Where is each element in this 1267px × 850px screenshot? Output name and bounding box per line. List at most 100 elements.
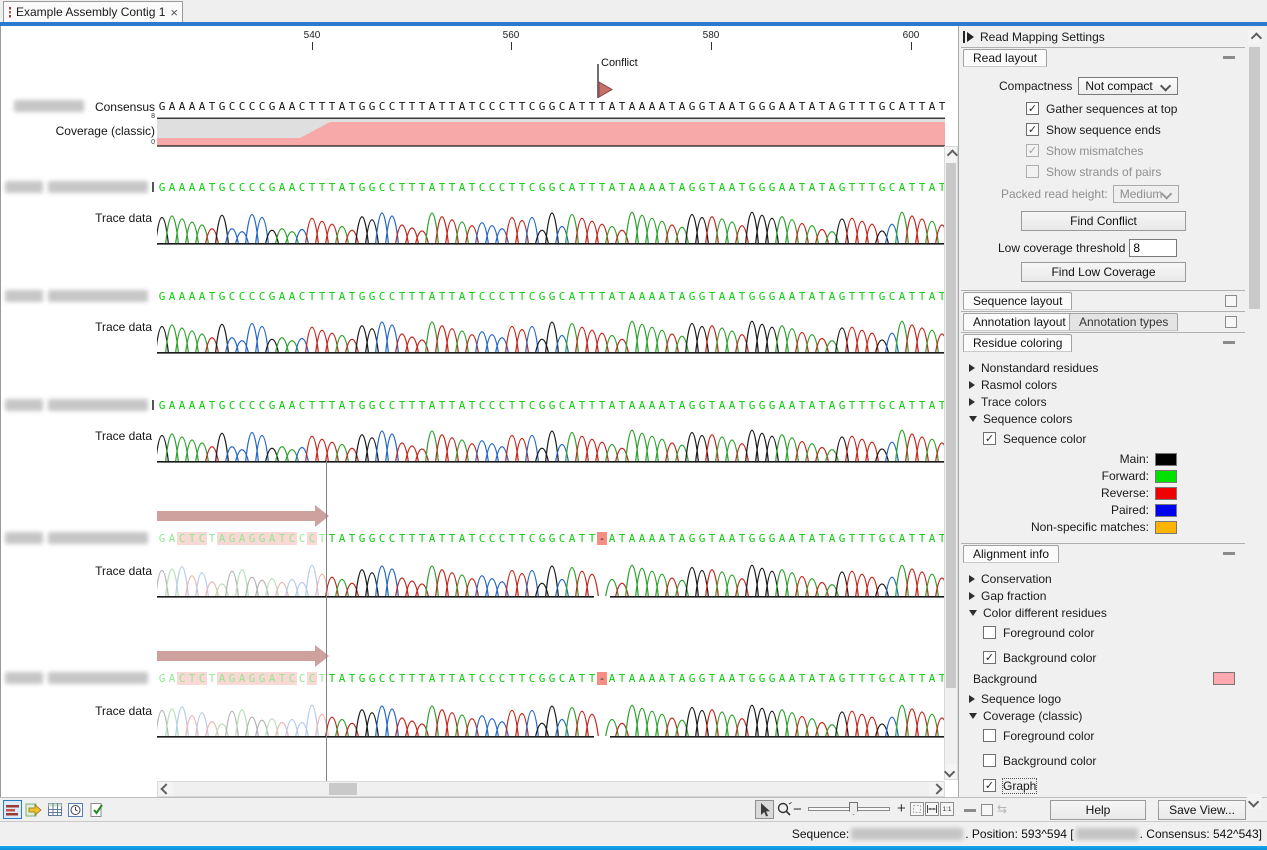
checkbox[interactable]: ✓ bbox=[1026, 123, 1039, 136]
scrollbar-thumb[interactable] bbox=[1249, 47, 1260, 309]
graph-checkbox[interactable]: ✓ bbox=[983, 779, 996, 792]
collapse-icon[interactable] bbox=[1223, 341, 1235, 344]
table-view-icon[interactable] bbox=[45, 800, 64, 819]
help-button[interactable]: Help bbox=[1050, 800, 1146, 820]
tab-annotation-types[interactable]: Annotation types bbox=[1069, 313, 1178, 331]
scroll-up-icon[interactable] bbox=[1250, 32, 1261, 43]
find-conflict-button[interactable]: Find Conflict bbox=[1021, 211, 1186, 231]
tab-example-assembly-contig[interactable]: Example Assembly Contig 1 × bbox=[3, 1, 183, 22]
residue: C bbox=[497, 399, 507, 412]
color-swatch[interactable] bbox=[1155, 521, 1177, 534]
checkbox-row[interactable]: ✓Show mismatches bbox=[1026, 143, 1245, 158]
fit-width-button[interactable] bbox=[925, 802, 939, 816]
scroll-up-icon[interactable] bbox=[947, 149, 958, 160]
residue: T bbox=[417, 100, 427, 113]
background-color-swatch[interactable] bbox=[1213, 672, 1235, 685]
read-sequence[interactable]: GAAAATGCCCCGAACTTTATGGCCTTTATTATCCCTTCGG… bbox=[157, 398, 945, 412]
scroll-down-icon[interactable] bbox=[944, 766, 955, 777]
coverage-classic-item[interactable]: Coverage (classic) bbox=[969, 709, 1245, 722]
expand-icon[interactable] bbox=[1225, 295, 1237, 307]
section-annotation-header[interactable]: Annotation layout Annotation types bbox=[961, 311, 1245, 332]
compactness-dropdown[interactable]: Not compact bbox=[1078, 77, 1178, 95]
coverage-graph[interactable] bbox=[157, 117, 945, 147]
expand-icon[interactable] bbox=[1225, 316, 1237, 328]
residue: A bbox=[787, 290, 797, 303]
reads-vertical-scrollbar[interactable] bbox=[944, 146, 958, 780]
coloring-group-item[interactable]: Rasmol colors bbox=[969, 378, 1245, 391]
horizontal-scrollbar[interactable] bbox=[157, 781, 945, 797]
zoom-in-icon[interactable]: + bbox=[897, 800, 906, 817]
zoom-100-button[interactable]: 1:1 bbox=[940, 802, 954, 816]
scroll-right-icon[interactable] bbox=[931, 783, 942, 794]
read-sequence[interactable]: GAAAATGCCCCGAACTTTATGGCCTTTATTATCCCTTCGG… bbox=[157, 180, 945, 194]
residue: C bbox=[237, 100, 247, 113]
coloring-group-label: Rasmol colors bbox=[981, 378, 1057, 392]
coverage-foreground-checkbox[interactable]: ✓ bbox=[983, 729, 996, 742]
fit-selection-button[interactable] bbox=[910, 802, 924, 816]
primer-arrow-annotation[interactable] bbox=[157, 643, 331, 669]
section-tab[interactable]: Sequence layout bbox=[963, 292, 1072, 310]
scroll-down-icon[interactable] bbox=[1247, 796, 1258, 807]
coloring-group-item[interactable]: Sequence colors bbox=[969, 412, 1245, 425]
cdr-background-checkbox[interactable]: ✓ bbox=[983, 651, 996, 664]
checkbox-row[interactable]: ✓Show sequence ends bbox=[1026, 122, 1245, 137]
save-view-button[interactable]: Save View... bbox=[1158, 800, 1246, 820]
checkbox[interactable]: ✓ bbox=[1026, 102, 1039, 115]
residue: G bbox=[217, 290, 227, 303]
graphical-view-icon[interactable] bbox=[3, 800, 22, 819]
primer-arrow-annotation[interactable] bbox=[157, 503, 331, 529]
consensus-sequence[interactable]: GAAAATGCCCCGAACTTTATGGCCTTTATTATCCCTTCGG… bbox=[157, 99, 945, 113]
scrollbar-thumb[interactable] bbox=[946, 163, 956, 688]
coloring-group-item[interactable]: Trace colors bbox=[969, 395, 1245, 408]
color-different-residues-item[interactable]: Color different residues bbox=[969, 606, 1245, 619]
conflict-flag-icon[interactable] bbox=[594, 64, 614, 100]
sequence-logo-item[interactable]: Sequence logo bbox=[969, 692, 1245, 705]
coloring-group-item[interactable]: Nonstandard residues bbox=[969, 361, 1245, 374]
low-coverage-threshold-label: Low coverage threshold bbox=[998, 241, 1125, 255]
section-residue-coloring-header[interactable]: Residue coloring bbox=[961, 332, 1245, 353]
panel-scrollbar[interactable] bbox=[1247, 30, 1262, 810]
zoom-out-icon[interactable]: − bbox=[793, 801, 802, 818]
coverage-background-checkbox[interactable]: ✓ bbox=[983, 754, 996, 767]
tab-close-icon[interactable]: × bbox=[170, 6, 178, 19]
read-sequence[interactable]: GACTCTAGAGGATCCCTTATGGCCTTTATTATCCCTTCGG… bbox=[157, 531, 945, 545]
find-low-coverage-button[interactable]: Find Low Coverage bbox=[1021, 262, 1186, 282]
open-as-new-view-icon[interactable] bbox=[24, 800, 43, 819]
zoom-tool-icon[interactable] bbox=[775, 800, 794, 819]
color-swatch[interactable] bbox=[1155, 453, 1177, 466]
color-swatch[interactable] bbox=[1155, 487, 1177, 500]
conservation-item[interactable]: Conservation bbox=[969, 572, 1245, 585]
sequence-color-checkbox[interactable]: ✓ bbox=[983, 432, 996, 445]
element-info-view-icon[interactable] bbox=[87, 800, 106, 819]
read-sequence[interactable]: GAAAATGCCCCGAACTTTATGGCCTTTATTATCCCTTCGG… bbox=[157, 289, 945, 303]
scrollbar-thumb[interactable] bbox=[329, 783, 357, 795]
checkbox-row[interactable]: Show strands of pairs bbox=[1026, 164, 1245, 179]
checkbox-row[interactable]: ✓Gather sequences at top bbox=[1026, 101, 1245, 116]
section-sequence-layout-header[interactable]: Sequence layout bbox=[961, 290, 1245, 311]
panel-restore-icon[interactable] bbox=[981, 804, 993, 816]
sidepanel-icon[interactable] bbox=[963, 31, 974, 43]
section-alignment-info-header[interactable]: Alignment info bbox=[961, 543, 1245, 564]
low-coverage-threshold-input[interactable] bbox=[1129, 239, 1177, 257]
section-tab[interactable]: Residue coloring bbox=[963, 334, 1072, 352]
panel-minimize-icon[interactable] bbox=[964, 809, 976, 812]
tab-annotation-layout[interactable]: Annotation layout bbox=[963, 313, 1076, 331]
cdr-foreground-checkbox[interactable]: ✓ bbox=[983, 626, 996, 639]
collapse-icon[interactable] bbox=[1223, 552, 1235, 555]
history-view-icon[interactable] bbox=[66, 800, 85, 819]
section-tab[interactable]: Alignment info bbox=[963, 545, 1059, 563]
collapse-icon[interactable] bbox=[1223, 56, 1235, 59]
section-tab[interactable]: Read layout bbox=[963, 49, 1047, 67]
color-swatch[interactable] bbox=[1155, 470, 1177, 483]
scroll-left-icon[interactable] bbox=[160, 783, 171, 794]
redacted-read-name bbox=[48, 672, 148, 684]
read-sequence[interactable]: GACTCTAGAGGATCCCTTATGGCCTTTATTATCCCTTCGG… bbox=[157, 671, 945, 685]
gap-fraction-item[interactable]: Gap fraction bbox=[969, 589, 1245, 602]
residue: A bbox=[427, 290, 437, 303]
section-read-layout-header[interactable]: Read layout bbox=[961, 47, 1245, 68]
zoom-slider-thumb[interactable] bbox=[849, 802, 858, 815]
residue: T bbox=[397, 290, 407, 303]
selection-tool-icon[interactable] bbox=[755, 800, 774, 819]
residue: C bbox=[887, 672, 897, 685]
color-swatch[interactable] bbox=[1155, 504, 1177, 517]
